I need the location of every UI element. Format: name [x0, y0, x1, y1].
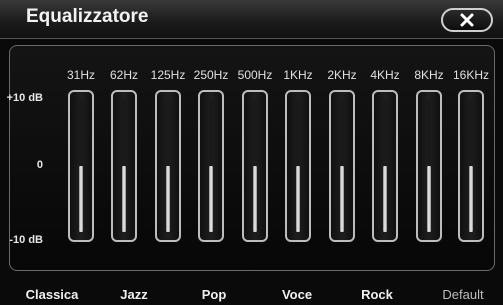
- band-slider[interactable]: [68, 90, 94, 242]
- band-slider[interactable]: [458, 90, 484, 242]
- preset-button-classica[interactable]: Classica: [12, 287, 92, 302]
- scale-label-bottom: -10 dB: [9, 234, 43, 246]
- slider-level: [209, 166, 213, 232]
- band-slider[interactable]: [198, 90, 224, 242]
- slider-level: [122, 166, 126, 232]
- band-slider[interactable]: [111, 90, 137, 242]
- close-icon: [460, 13, 474, 27]
- page-title: Equalizzatore: [26, 6, 149, 27]
- slider-level: [340, 166, 344, 232]
- band-slider[interactable]: [285, 90, 311, 242]
- slider-level: [296, 166, 300, 232]
- band-slider[interactable]: [416, 90, 442, 242]
- band-4khz: 4KHz: [367, 68, 403, 253]
- band-2khz: 2KHz: [324, 68, 360, 253]
- preset-button-rock[interactable]: Rock: [337, 287, 417, 302]
- slider-level: [79, 166, 83, 232]
- title-bar: Equalizzatore: [0, 0, 503, 39]
- band-slider[interactable]: [242, 90, 268, 242]
- band-slider[interactable]: [155, 90, 181, 242]
- band-slider[interactable]: [329, 90, 355, 242]
- band-62hz: 62Hz: [106, 68, 142, 253]
- slider-level: [427, 166, 431, 232]
- band-125hz: 125Hz: [150, 68, 186, 253]
- band-16khz: 16KHz: [453, 68, 489, 253]
- band-500hz: 500Hz: [237, 68, 273, 253]
- slider-level: [166, 166, 170, 232]
- band-1khz: 1KHz: [280, 68, 316, 253]
- slider-level: [469, 166, 473, 232]
- slider-level: [383, 166, 387, 232]
- preset-button-default[interactable]: Default: [423, 287, 503, 302]
- band-31hz: 31Hz: [63, 68, 99, 253]
- band-slider[interactable]: [372, 90, 398, 242]
- close-button[interactable]: [441, 8, 493, 32]
- scale-label-top: +10 dB: [6, 92, 43, 104]
- band-8khz: 8KHz: [411, 68, 447, 253]
- band-250hz: 250Hz: [193, 68, 229, 253]
- scale-label-zero: 0: [36, 159, 43, 171]
- band-label: 16KHz: [452, 68, 490, 82]
- preset-bar: Classica Jazz Pop Voce Rock Default: [0, 280, 503, 305]
- preset-button-pop[interactable]: Pop: [174, 287, 254, 302]
- slider-level: [253, 166, 257, 232]
- preset-button-jazz[interactable]: Jazz: [94, 287, 174, 302]
- preset-button-voce[interactable]: Voce: [257, 287, 337, 302]
